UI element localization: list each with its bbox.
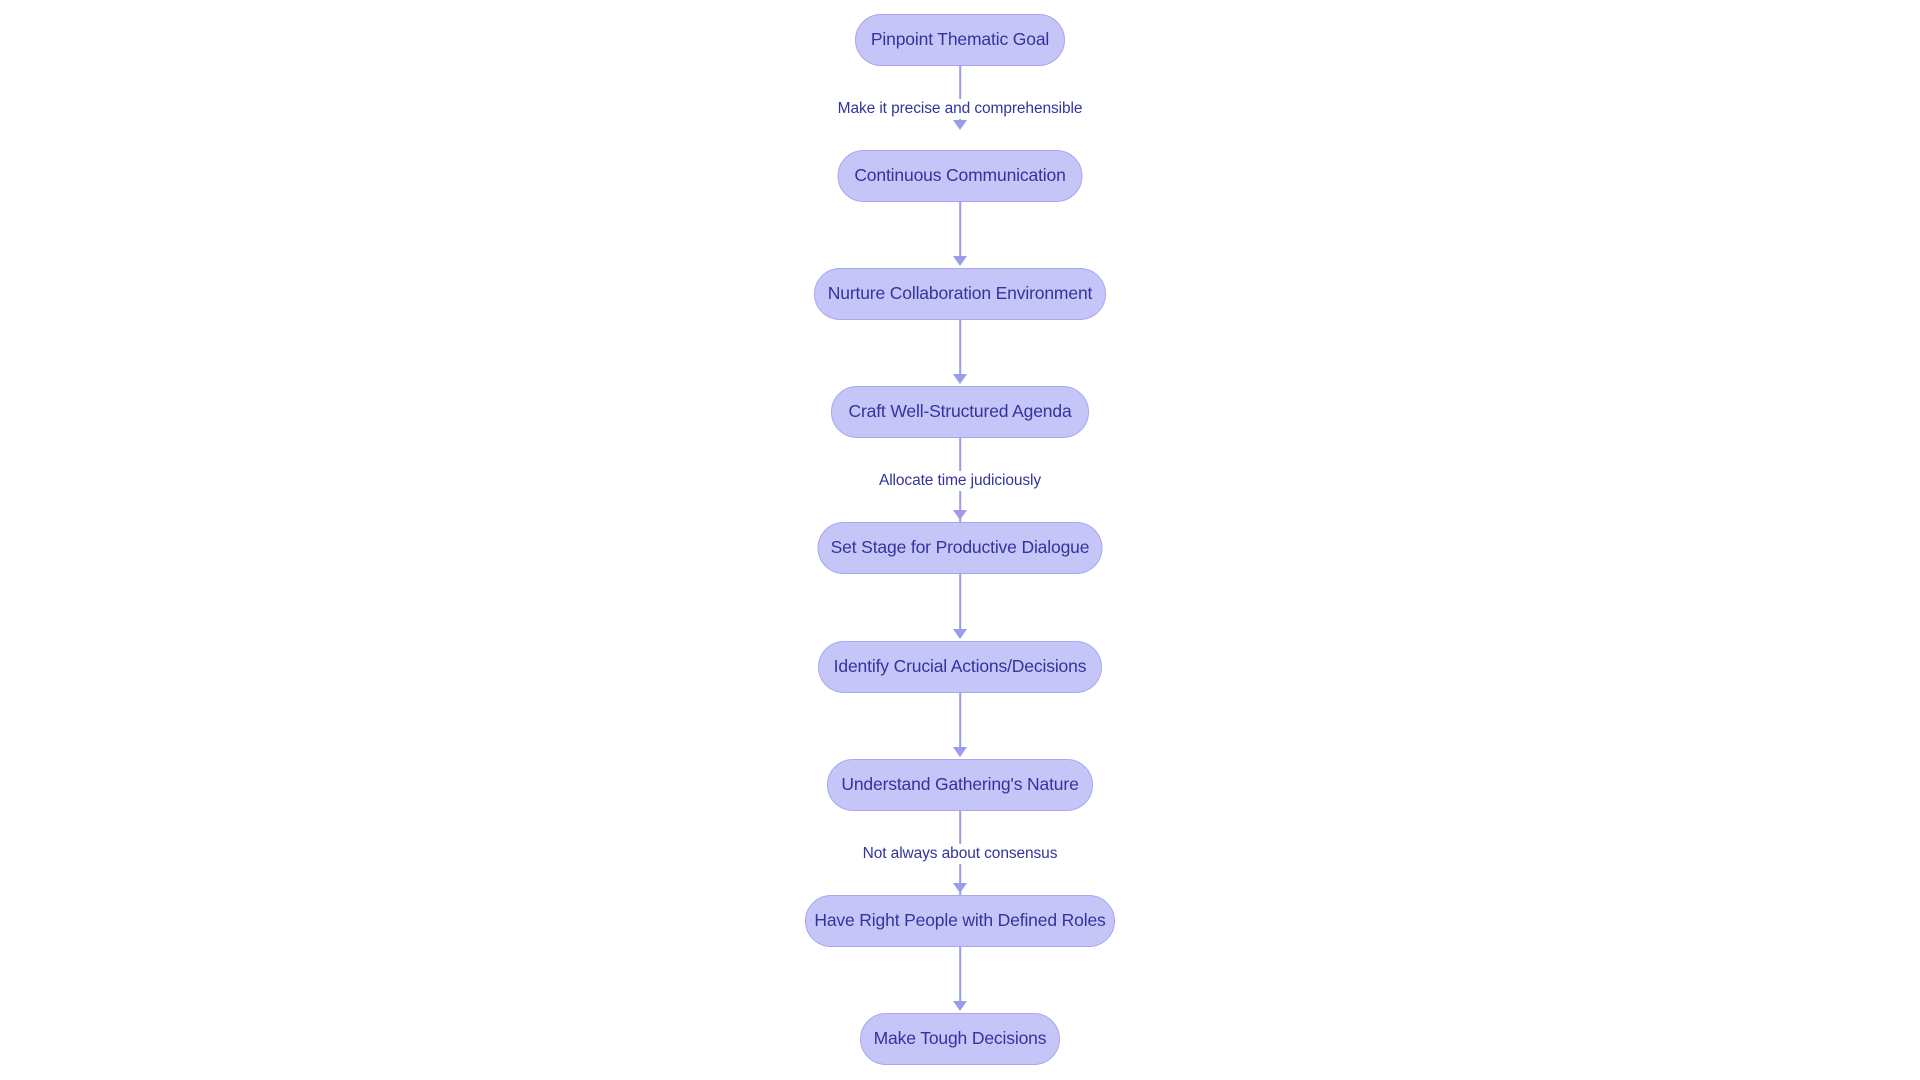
flowchart-node-understand-gatherings-nature[interactable]: Understand Gathering's Nature [827,759,1093,811]
edge-arrowhead-n5-n6 [953,629,967,639]
flowchart-node-set-stage-for-productive-dialogue[interactable]: Set Stage for Productive Dialogue [817,522,1103,574]
flowchart-node-continuous-communication[interactable]: Continuous Communication [837,150,1083,202]
flowchart-node-make-tough-decisions[interactable]: Make Tough Decisions [860,1013,1060,1065]
edge-line-n3-n4 [959,320,961,376]
edge-arrowhead-n6-n7 [953,747,967,757]
edge-line-n5-n6 [959,574,961,631]
flowchart-node-have-right-people-with-defined-roles[interactable]: Have Right People with Defined Roles [805,895,1115,947]
edge-arrowhead-n8-n9 [953,1001,967,1011]
edge-line-n2-n3 [959,202,961,258]
flowchart-node-pinpoint-thematic-goal[interactable]: Pinpoint Thematic Goal [855,14,1065,66]
edge-arrowhead-n3-n4 [953,374,967,384]
edge-label-n4-n5: Allocate time judiciously [873,471,1047,491]
edge-arrowhead-n7-n8 [953,883,967,893]
flowchart-node-craft-well-structured-agenda[interactable]: Craft Well-Structured Agenda [831,386,1089,438]
edge-line-n8-n9 [959,947,961,1003]
edge-arrowhead-n1-n2 [953,120,967,130]
flowchart-canvas: Make it precise and comprehensible Alloc… [0,0,1920,1080]
edge-line-n6-n7 [959,693,961,749]
flowchart-node-nurture-collaboration-environment[interactable]: Nurture Collaboration Environment [814,268,1106,320]
edge-arrowhead-n4-n5 [953,510,967,520]
edge-arrowhead-n2-n3 [953,256,967,266]
edge-label-n7-n8: Not always about consensus [857,844,1063,864]
edge-label-n1-n2: Make it precise and comprehensible [832,99,1088,119]
flowchart-node-identify-crucial-actions-decisions[interactable]: Identify Crucial Actions/Decisions [818,641,1102,693]
